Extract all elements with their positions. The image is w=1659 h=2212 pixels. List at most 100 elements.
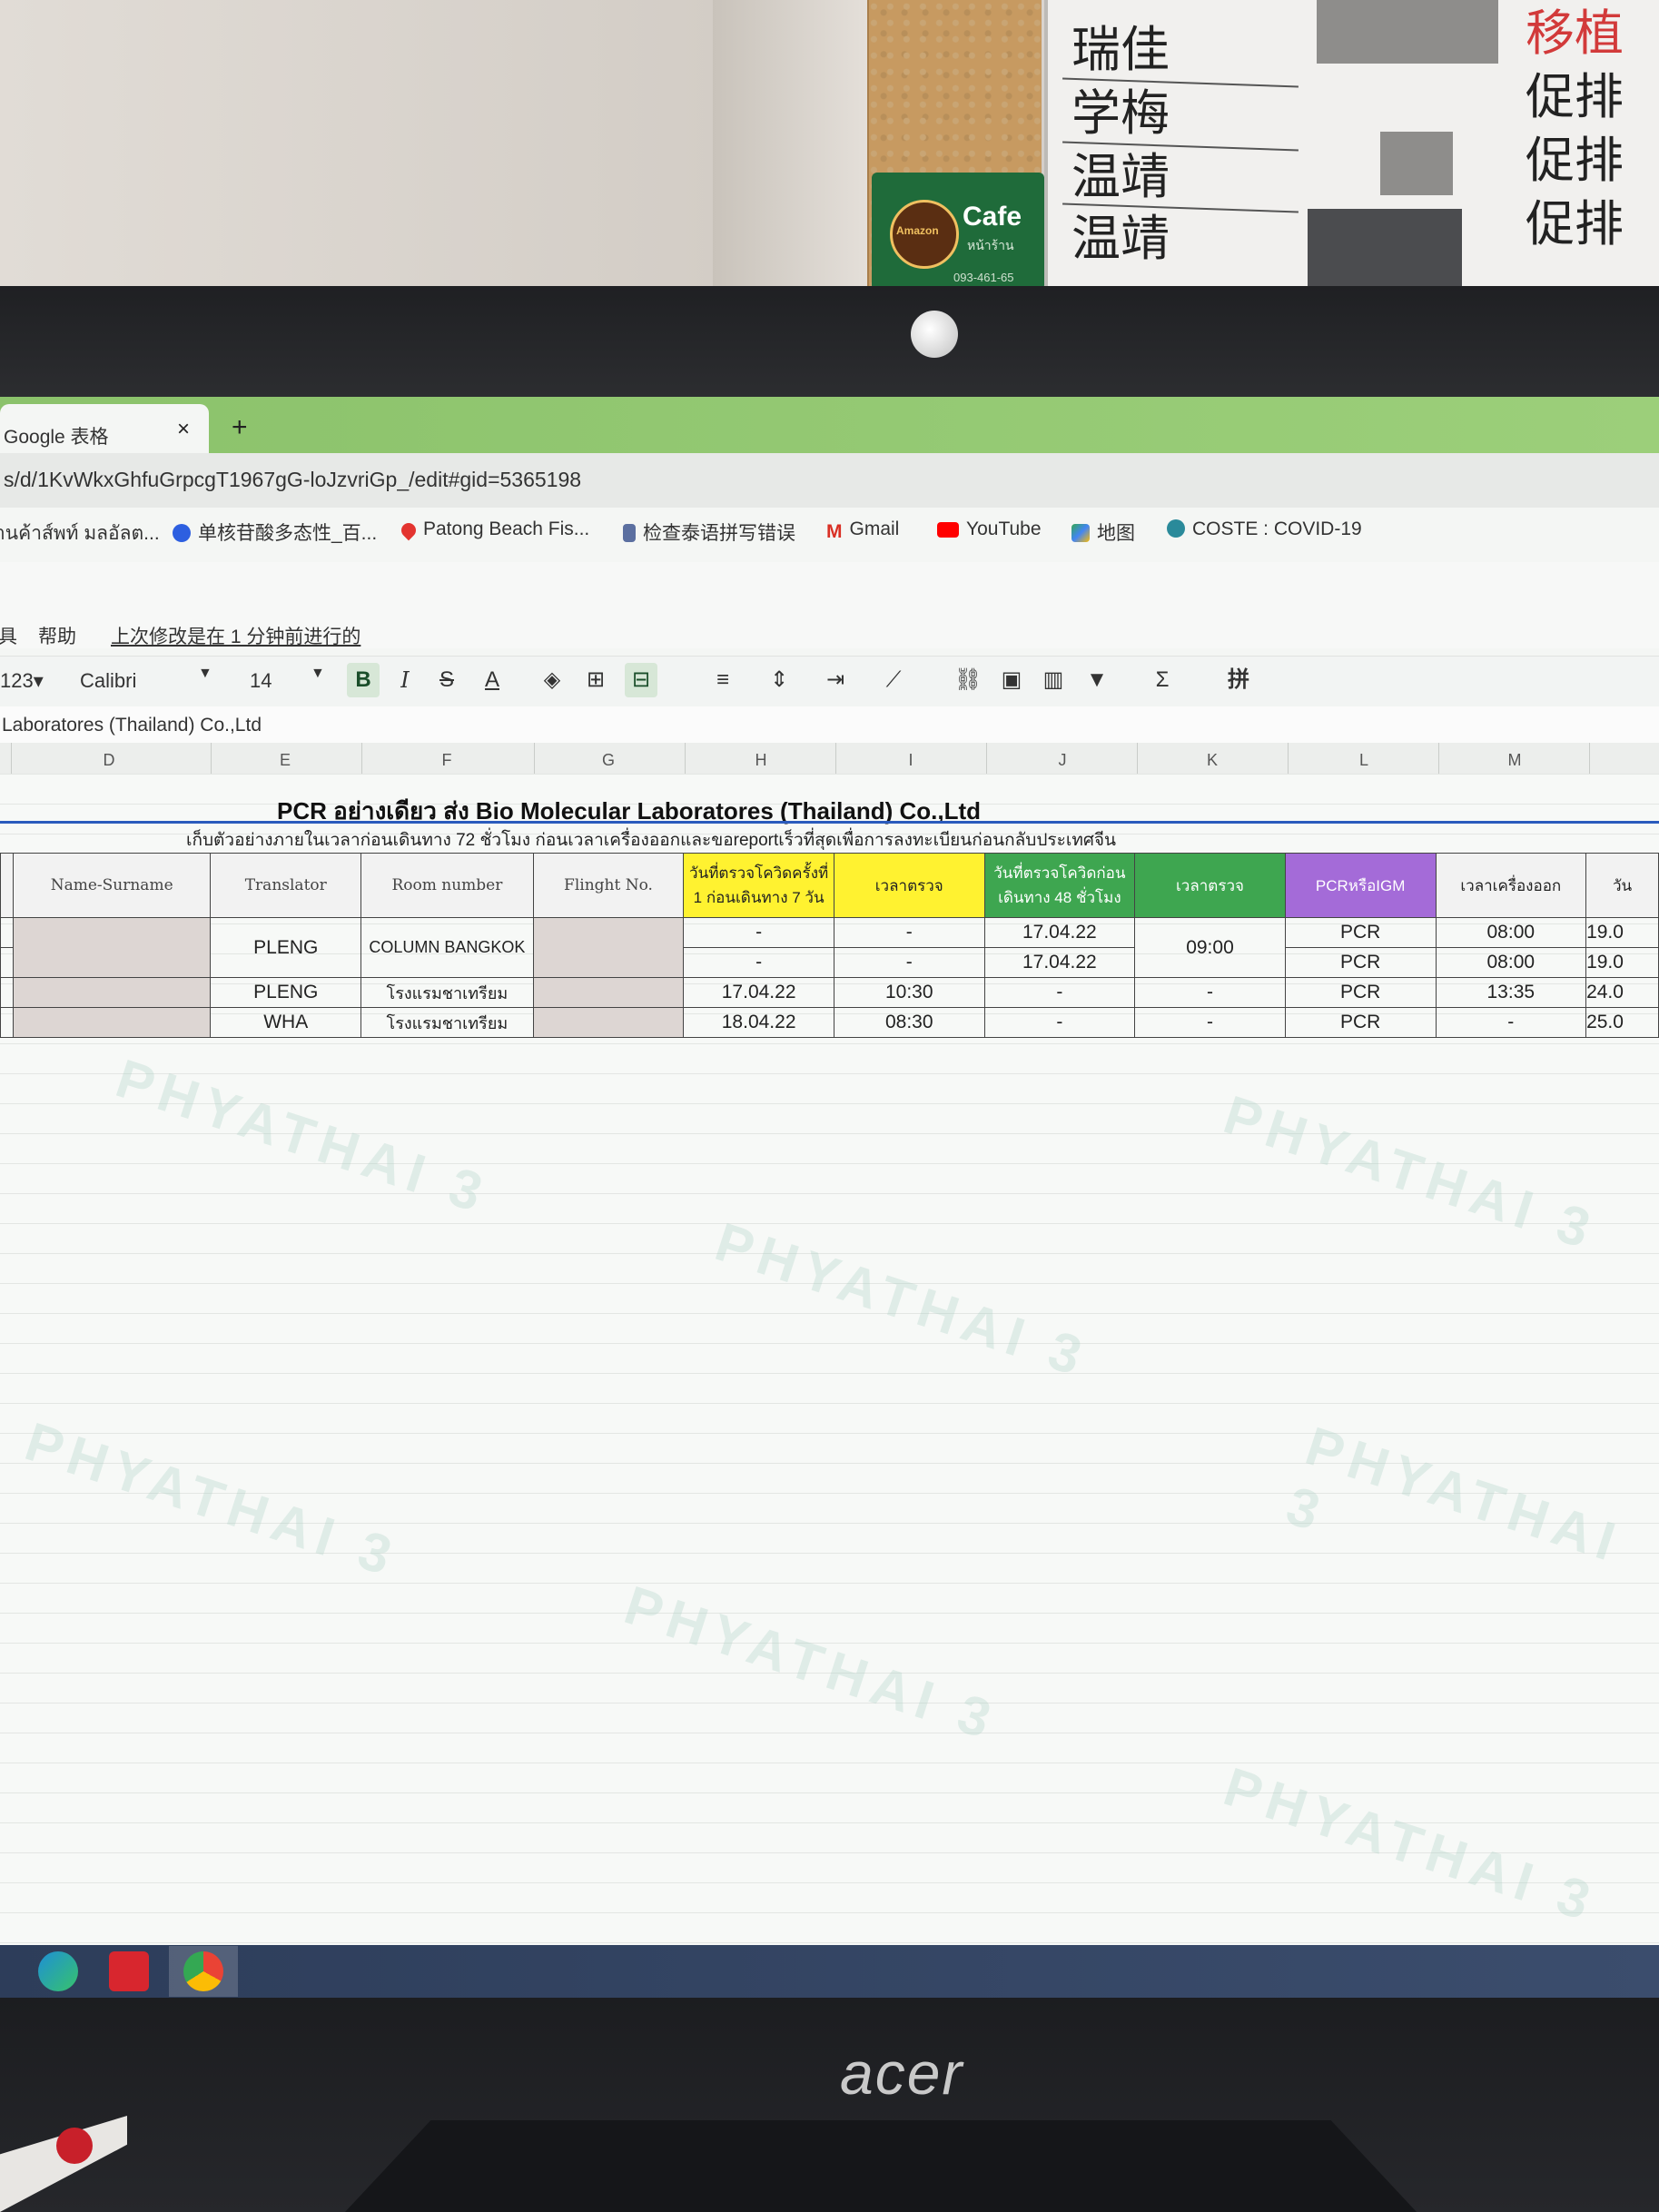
header-first-test-date[interactable]: วันที่ตรวจโควิดครั้งที่ 1 ก่อนเดินทาง 7 … xyxy=(683,853,834,918)
column-header-m[interactable]: M xyxy=(1496,751,1533,770)
address-url[interactable]: s/d/1KvWkxGhfuGrpcgT1967gG-loJzvriGp_/ed… xyxy=(4,468,581,492)
table-cell[interactable]: 08:30 xyxy=(833,1007,985,1038)
table-cell[interactable]: PLENG xyxy=(210,917,362,978)
table-cell[interactable]: 17.04.22 xyxy=(683,977,834,1008)
chevron-down-icon[interactable]: ▼ xyxy=(198,666,212,682)
sheet-note[interactable]: เก็บตัวอย่างภายในเวลาก่อนเดินทาง 72 ชั่ว… xyxy=(186,826,1116,854)
edge-icon[interactable] xyxy=(38,1951,78,1991)
header-pcr-igm[interactable]: PCRหรือIGM xyxy=(1284,853,1437,918)
table-cell[interactable]: WHA xyxy=(210,1007,362,1038)
header-flight[interactable]: Flinght No. xyxy=(532,853,685,918)
bold-button[interactable]: B xyxy=(347,663,380,697)
close-icon[interactable]: × xyxy=(177,417,190,442)
table-cell[interactable]: - xyxy=(833,917,985,948)
table-cell[interactable] xyxy=(0,853,14,918)
redacted-name[interactable] xyxy=(12,977,212,1008)
sheet-title[interactable]: PCR อย่างเดียว ส่ง Bio Molecular Laborat… xyxy=(277,793,981,830)
redacted-flight[interactable] xyxy=(532,977,685,1008)
input-tools-button[interactable]: 拼 xyxy=(1222,663,1255,697)
chrome-icon[interactable] xyxy=(183,1951,223,1991)
table-cell[interactable]: - xyxy=(1134,977,1286,1008)
table-cell[interactable]: - xyxy=(983,977,1136,1008)
merge-cells-icon[interactable]: ⊟ xyxy=(625,663,657,697)
column-header-j[interactable]: J xyxy=(1044,751,1081,770)
column-header-i[interactable]: I xyxy=(893,751,929,770)
table-cell[interactable]: โรงแรมชาเทรียม xyxy=(360,1007,534,1038)
table-cell[interactable]: 08:00 xyxy=(1435,917,1587,948)
header-test-date-48h[interactable]: วันที่ตรวจโควิดก่อนเดินทาง 48 ชั่วโมง xyxy=(983,853,1136,918)
last-edit-link[interactable]: 上次修改是在 1 分钟前进行的 xyxy=(111,622,360,649)
table-cell[interactable]: PCR xyxy=(1284,1007,1437,1038)
table-cell[interactable]: 18.04.22 xyxy=(683,1007,834,1038)
table-cell[interactable]: โรงแรมชาเทรียม xyxy=(360,977,534,1008)
column-header-d[interactable]: D xyxy=(91,751,127,770)
table-cell[interactable]: - xyxy=(1435,1007,1587,1038)
column-header-h[interactable]: H xyxy=(743,751,779,770)
wps-office-icon[interactable] xyxy=(109,1951,149,1991)
bookmark-item[interactable]: ้านค้าส์พท์ มลอัลต... xyxy=(0,518,160,548)
redacted-flight[interactable] xyxy=(532,917,685,978)
new-tab-button[interactable]: + xyxy=(232,412,248,443)
header-test-time-1[interactable]: เวลาตรวจ xyxy=(833,853,985,918)
text-wrap-icon[interactable]: ⇥ xyxy=(819,663,852,697)
text-rotation-icon[interactable]: ⟋ xyxy=(877,663,910,697)
bookmark-item[interactable]: 检查泰语拼写错误 xyxy=(623,518,795,546)
header-translator[interactable]: Translator xyxy=(210,853,362,918)
table-cell[interactable]: - xyxy=(683,947,834,978)
column-header-f[interactable]: F xyxy=(429,751,465,770)
bookmark-item[interactable]: 单核苷酸多态性_百... xyxy=(173,518,377,546)
table-cell[interactable] xyxy=(0,947,14,978)
table-cell[interactable]: 08:00 xyxy=(1435,947,1587,978)
table-cell[interactable]: 10:30 xyxy=(833,977,985,1008)
filter-icon[interactable]: ▼ xyxy=(1081,663,1113,697)
bookmark-item[interactable]: 地图 xyxy=(1071,518,1135,546)
header-room[interactable]: Room number xyxy=(360,853,534,918)
table-cell[interactable]: PCR xyxy=(1284,977,1437,1008)
header-name[interactable]: Name-Surname xyxy=(12,853,212,918)
chevron-down-icon[interactable]: ▼ xyxy=(311,666,325,682)
functions-icon[interactable]: Σ xyxy=(1146,663,1179,697)
tab-google-sheets[interactable]: Google 表格 × xyxy=(0,404,209,453)
menu-help[interactable]: 帮助 xyxy=(38,622,76,649)
number-format-dropdown[interactable]: 123▾ xyxy=(0,669,44,693)
table-cell[interactable]: COLUMN BANGKOK xyxy=(360,917,534,978)
menu-tools[interactable]: 具 xyxy=(0,622,17,649)
table-cell[interactable] xyxy=(0,1007,14,1038)
borders-icon[interactable]: ⊞ xyxy=(579,663,612,697)
table-cell[interactable]: 13:35 xyxy=(1435,977,1587,1008)
text-color-button[interactable]: A xyxy=(476,663,509,697)
redacted-name[interactable] xyxy=(12,917,212,978)
table-cell[interactable]: PLENG xyxy=(210,977,362,1008)
table-cell[interactable]: PCR xyxy=(1284,947,1437,978)
table-cell[interactable] xyxy=(0,977,14,1008)
table-cell[interactable]: - xyxy=(983,1007,1136,1038)
column-header-l[interactable]: L xyxy=(1346,751,1382,770)
table-cell[interactable]: 19.0 xyxy=(1585,947,1659,978)
header-date[interactable]: วัน xyxy=(1585,853,1659,918)
column-header-g[interactable]: G xyxy=(590,751,627,770)
vertical-align-icon[interactable]: ⇕ xyxy=(763,663,795,697)
table-cell[interactable]: 17.04.22 xyxy=(983,947,1136,978)
table-cell[interactable]: 09:00 xyxy=(1134,917,1286,978)
chart-icon[interactable]: ▥ xyxy=(1037,663,1070,697)
column-header-e[interactable]: E xyxy=(267,751,303,770)
bookmark-item[interactable]: YouTube xyxy=(937,518,1042,540)
table-cell[interactable]: 17.04.22 xyxy=(983,917,1136,948)
header-departure[interactable]: เวลาเครื่องออก xyxy=(1435,853,1587,918)
link-icon[interactable]: ⛓ xyxy=(952,663,984,697)
strikethrough-button[interactable]: S xyxy=(430,663,463,697)
table-cell[interactable]: 19.0 xyxy=(1585,917,1659,948)
italic-button[interactable]: I xyxy=(389,663,421,697)
fill-color-icon[interactable]: ◈ xyxy=(536,663,568,697)
font-family-dropdown[interactable]: Calibri xyxy=(80,669,136,693)
redacted-name[interactable] xyxy=(12,1007,212,1038)
comment-icon[interactable]: ▣ xyxy=(995,663,1028,697)
header-test-time-2[interactable]: เวลาตรวจ xyxy=(1134,853,1286,918)
table-cell[interactable] xyxy=(0,917,14,948)
formula-value[interactable]: Laboratores (Thailand) Co.,Ltd xyxy=(2,715,262,736)
bookmark-item[interactable]: COSTE : COVID-19 xyxy=(1167,518,1362,540)
font-size-dropdown[interactable]: 14 xyxy=(250,669,272,693)
table-cell[interactable]: - xyxy=(833,947,985,978)
align-icon[interactable]: ≡ xyxy=(706,663,739,697)
redacted-flight[interactable] xyxy=(532,1007,685,1038)
